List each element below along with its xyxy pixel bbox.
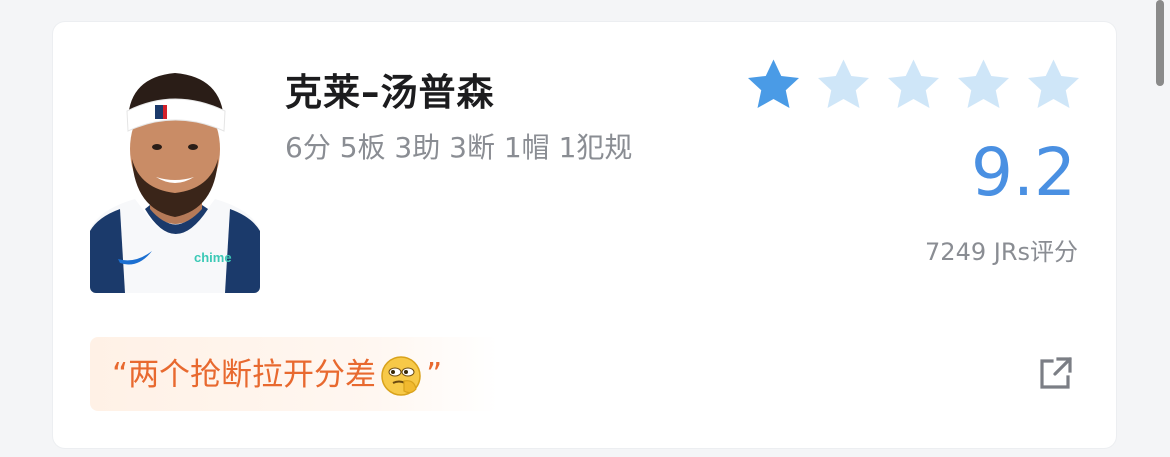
star-icon[interactable]: [812, 55, 875, 115]
thinking-emoji-icon: [381, 356, 421, 396]
scrollbar[interactable]: [1156, 0, 1164, 86]
share-external-icon[interactable]: [1036, 353, 1076, 393]
star-icon[interactable]: [952, 55, 1015, 115]
open-quote: “: [112, 356, 129, 393]
star-icon[interactable]: [1022, 55, 1085, 115]
player-rating-card: chime 克莱–汤普森 6分 5板 3助 3断 1帽 1犯规 9.2 7249…: [53, 22, 1116, 448]
star-rating[interactable]: [742, 55, 1085, 115]
svg-text:chime: chime: [194, 250, 232, 265]
comment-text-wrap: “两个抢断拉开分差 ”: [112, 349, 442, 400]
player-name: 克莱–汤普森: [285, 71, 495, 114]
hot-comment[interactable]: “两个抢断拉开分差 ”: [90, 337, 498, 411]
rating-score: 9.2: [971, 134, 1076, 211]
close-quote: ”: [426, 356, 443, 393]
player-avatar: chime: [90, 59, 260, 293]
star-icon[interactable]: [882, 55, 945, 115]
player-stat-line: 6分 5板 3助 3断 1帽 1犯规: [285, 131, 633, 164]
star-icon[interactable]: [742, 55, 805, 115]
rating-count: 7249 JRs评分: [925, 238, 1078, 266]
comment-text: 两个抢断拉开分差: [128, 356, 377, 393]
